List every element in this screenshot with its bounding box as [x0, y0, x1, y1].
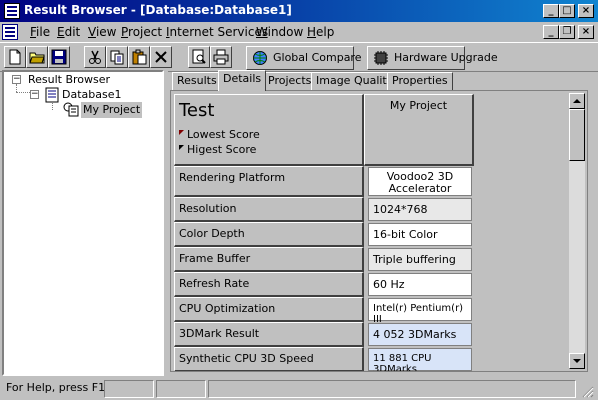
tree-item-result-browser[interactable]: Result Browser	[28, 72, 110, 88]
row-label: Frame Buffer	[174, 247, 364, 272]
app-icon[interactable]	[4, 3, 20, 19]
grid-title: Test	[179, 100, 215, 121]
vertical-scrollbar[interactable]	[569, 93, 585, 369]
copy-button[interactable]	[106, 46, 128, 68]
tab-properties[interactable]: Properties	[387, 72, 453, 90]
copy-icon	[110, 50, 124, 65]
new-button[interactable]	[4, 46, 26, 68]
row-label: Resolution	[174, 197, 364, 222]
resize-grip-icon[interactable]	[580, 384, 594, 398]
status-pane	[156, 380, 206, 398]
globe-compare-icon	[253, 51, 267, 65]
close-button[interactable]: ×	[578, 4, 594, 18]
open-button[interactable]	[26, 46, 48, 68]
print-preview-button[interactable]	[188, 46, 210, 68]
menu-window[interactable]: Window	[256, 24, 303, 40]
row-label: 3DMark Result	[174, 322, 364, 347]
row-value[interactable]: Triple buffering	[368, 248, 472, 271]
printer-icon	[213, 49, 229, 65]
lowest-score-marker-icon	[179, 130, 184, 135]
status-pane	[208, 380, 576, 398]
details-grid: Test Lowest Score Higest Score My Projec…	[170, 90, 588, 372]
row-label: Color Depth	[174, 222, 364, 247]
tree-item-my-project[interactable]: My Project	[81, 102, 143, 118]
hardware-upgrade-label: Hardware Upgrade	[394, 51, 498, 64]
row-label: CPU Optimization	[174, 297, 364, 322]
print-preview-icon	[192, 49, 206, 64]
hardware-upgrade-button[interactable]: Hardware Upgrade	[367, 46, 498, 70]
row-label: Rendering Platform	[174, 166, 364, 197]
menu-edit[interactable]: Edit	[57, 24, 80, 40]
scroll-down-button[interactable]	[569, 353, 585, 369]
hardware-chip-icon	[374, 51, 388, 65]
paste-icon	[132, 49, 147, 65]
status-text: For Help, press F1	[6, 381, 106, 394]
tree-line	[16, 92, 30, 93]
tab-image-quality[interactable]: Image Quality	[311, 72, 399, 90]
menu-project[interactable]: Project	[121, 24, 162, 40]
child-close-button[interactable]: ×	[578, 25, 594, 39]
save-button[interactable]	[48, 46, 70, 68]
menu-internet-services[interactable]: Internet Services	[166, 24, 268, 40]
menu-help[interactable]: Help	[307, 24, 334, 40]
maximize-button[interactable]: □	[559, 4, 575, 18]
tab-results[interactable]: Results	[172, 72, 222, 90]
menu-file[interactable]: File	[30, 24, 50, 40]
menu-bar: File Edit View Project Internet Services…	[0, 22, 598, 42]
grid-header-test: Test Lowest Score Higest Score	[174, 94, 364, 166]
paste-button[interactable]	[128, 46, 150, 68]
arrow-up-icon	[573, 99, 581, 103]
child-restore-button[interactable]: ❐	[559, 25, 575, 39]
pane-splitter[interactable]	[164, 70, 168, 376]
highest-score-label: Higest Score	[187, 143, 257, 156]
global-compare-button[interactable]: Global Compare	[246, 46, 361, 70]
scroll-up-button[interactable]	[569, 93, 585, 109]
global-compare-label: Global Compare	[273, 51, 362, 64]
column-header-my-project[interactable]: My Project	[364, 94, 474, 166]
minimize-button[interactable]: _	[543, 4, 559, 18]
row-value[interactable]: 60 Hz	[368, 273, 472, 296]
status-pane	[104, 380, 154, 398]
highest-score-marker-icon	[179, 145, 184, 150]
cut-button[interactable]	[84, 46, 106, 68]
database-icon	[45, 87, 59, 103]
delete-x-icon	[155, 51, 167, 63]
document-icon[interactable]	[2, 24, 18, 40]
row-value[interactable]: 11 881 CPU 3DMarks	[368, 348, 472, 371]
child-minimize-button[interactable]: _	[543, 25, 559, 39]
tab-details[interactable]: Details	[218, 70, 267, 91]
tree-line	[16, 84, 17, 92]
row-value[interactable]: Intel(r) Pentium(r) III	[368, 298, 472, 325]
status-bar: For Help, press F1	[0, 378, 598, 400]
row-value[interactable]: 1024*768	[368, 198, 472, 221]
window-title: Result Browser - [Database:Database1]	[24, 3, 292, 17]
tab-projects[interactable]: Projects	[263, 72, 317, 90]
print-button[interactable]	[210, 46, 232, 68]
row-value[interactable]: Voodoo2 3D Accelerator	[368, 167, 472, 196]
project-icon	[63, 102, 79, 117]
tree-line	[52, 103, 53, 110]
menu-view[interactable]: View	[88, 24, 116, 40]
title-bar[interactable]: Result Browser - [Database:Database1] _ …	[0, 0, 598, 22]
tree-view[interactable]: − Result Browser − Database1 My Project	[2, 70, 164, 376]
expand-root-icon[interactable]: −	[12, 75, 21, 84]
row-value[interactable]: 16-bit Color	[368, 223, 472, 246]
save-icon	[51, 49, 67, 65]
toolbar: Global Compare Hardware Upgrade	[0, 42, 598, 72]
scroll-thumb[interactable]	[569, 109, 585, 161]
scissors-icon	[89, 50, 101, 64]
lowest-score-label: Lowest Score	[187, 128, 260, 141]
row-value[interactable]: 4 052 3DMarks	[368, 323, 472, 346]
row-label: Synthetic CPU 3D Speed	[174, 347, 364, 371]
expand-database-icon[interactable]: −	[30, 90, 39, 99]
row-label: Refresh Rate	[174, 272, 364, 297]
new-file-icon	[9, 49, 21, 65]
open-folder-icon	[29, 52, 45, 64]
arrow-down-icon	[573, 359, 581, 363]
delete-button[interactable]	[150, 46, 172, 68]
